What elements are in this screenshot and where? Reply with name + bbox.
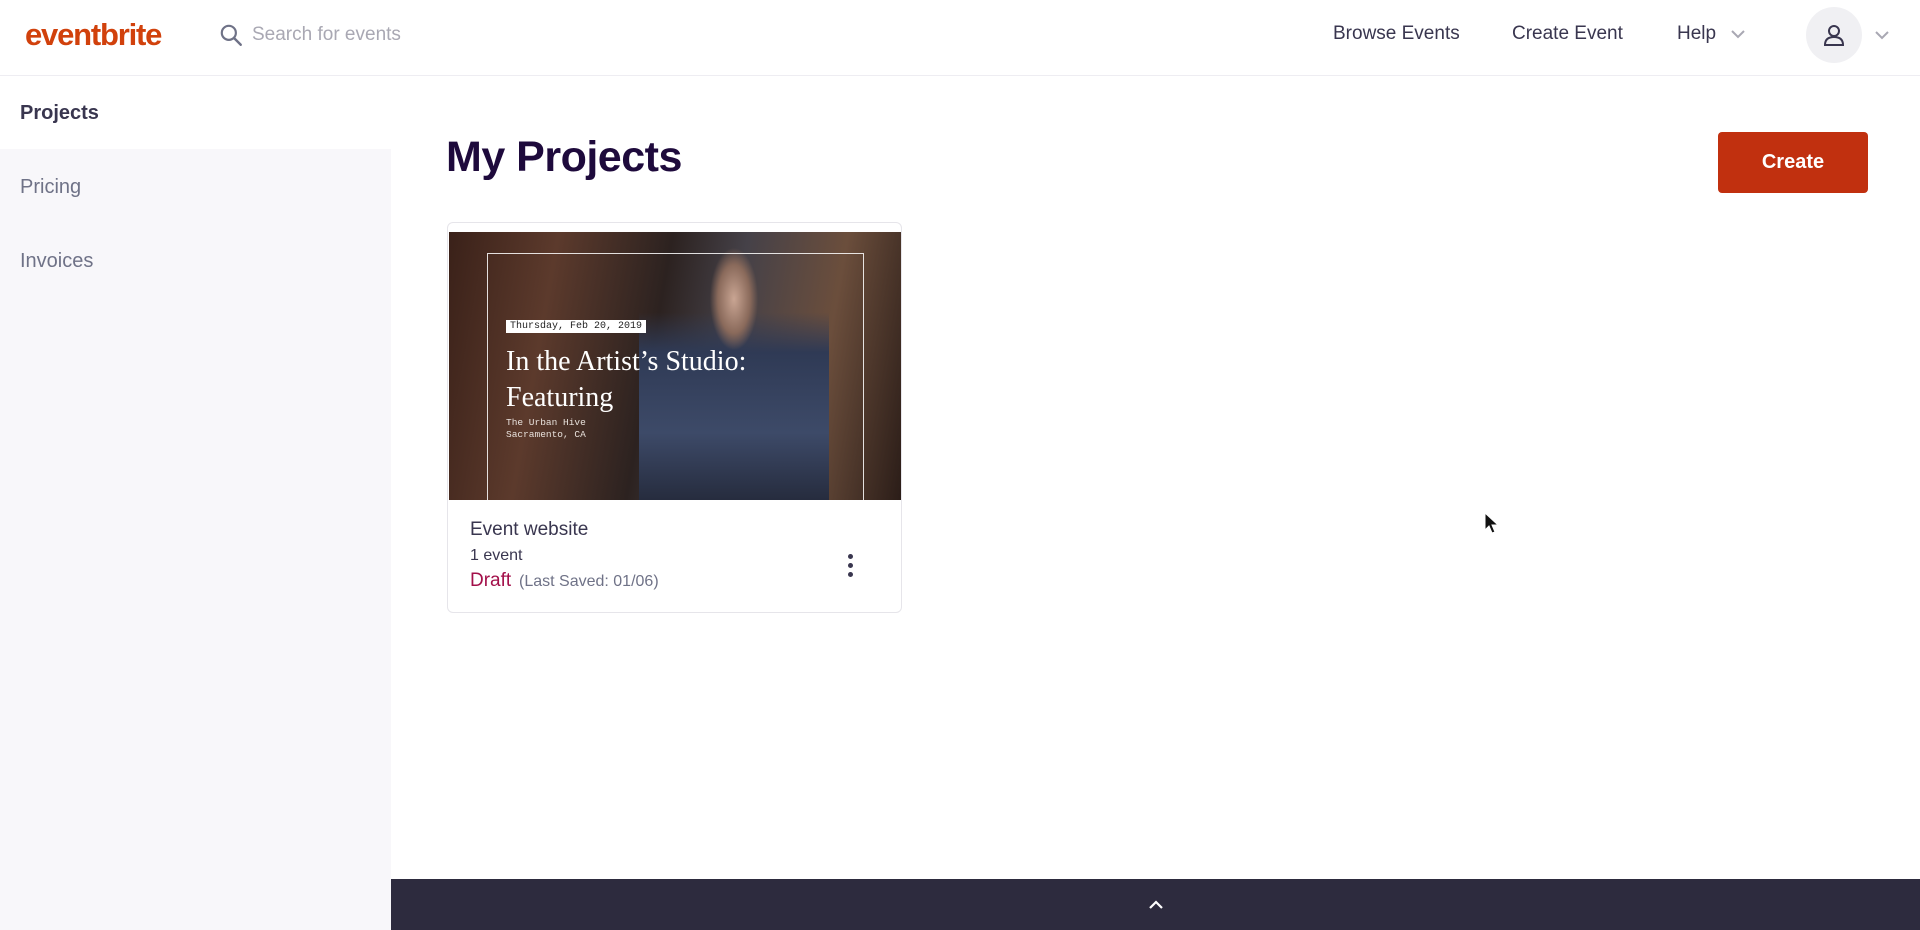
thumbnail-venue-line2: Sacramento, CA — [506, 429, 586, 440]
search-input[interactable] — [252, 18, 752, 52]
sidebar-item-label: Invoices — [20, 249, 94, 272]
chevron-down-icon — [1731, 30, 1745, 39]
project-last-saved: (Last Saved: 01/06) — [519, 573, 659, 590]
project-thumbnail: Thursday, Feb 20, 2019 In the Artist’s S… — [449, 232, 901, 500]
help-label: Help — [1677, 23, 1717, 44]
search-icon — [220, 24, 242, 46]
project-card[interactable]: Thursday, Feb 20, 2019 In the Artist’s S… — [447, 222, 902, 613]
mouse-cursor-icon — [1484, 512, 1500, 534]
top-navigation-bar: eventbrite Browse Events Create Event He… — [0, 0, 1920, 76]
thumbnail-venue: The Urban Hive Sacramento, CA — [506, 417, 586, 441]
kebab-dot — [847, 553, 853, 559]
eventbrite-logo[interactable]: eventbrite — [25, 17, 162, 53]
bottom-expand-bar[interactable] — [391, 879, 1920, 930]
chevron-up-icon — [1148, 899, 1163, 909]
user-icon — [1823, 25, 1845, 46]
sidebar-item-label: Projects — [20, 101, 99, 124]
user-avatar-button[interactable] — [1806, 7, 1862, 63]
account-chevron-down-icon[interactable] — [1874, 30, 1890, 40]
project-name: Event website — [470, 519, 589, 540]
kebab-dot — [847, 571, 853, 577]
more-options-button[interactable] — [830, 545, 870, 585]
create-event-link[interactable]: Create Event — [1512, 23, 1623, 45]
kebab-dot — [847, 562, 853, 568]
thumbnail-date: Thursday, Feb 20, 2019 — [506, 320, 647, 333]
help-menu[interactable]: Help — [1677, 23, 1746, 45]
project-status: Draft — [470, 570, 512, 591]
sidebar-item-pricing[interactable]: Pricing — [0, 151, 391, 223]
page-title: My Projects — [446, 133, 682, 181]
project-event-count: 1 event — [470, 547, 523, 564]
browse-events-link[interactable]: Browse Events — [1333, 23, 1460, 45]
sidebar-item-label: Pricing — [20, 175, 82, 198]
sidebar-item-projects[interactable]: Projects — [0, 77, 391, 149]
create-button[interactable]: Create — [1718, 132, 1868, 193]
thumbnail-title: In the Artist’s Studio: Featuring — [506, 346, 747, 413]
sidebar-item-invoices[interactable]: Invoices — [0, 225, 391, 297]
sidebar: Projects Pricing Invoices — [0, 77, 391, 930]
thumbnail-venue-line1: The Urban Hive — [506, 417, 586, 428]
